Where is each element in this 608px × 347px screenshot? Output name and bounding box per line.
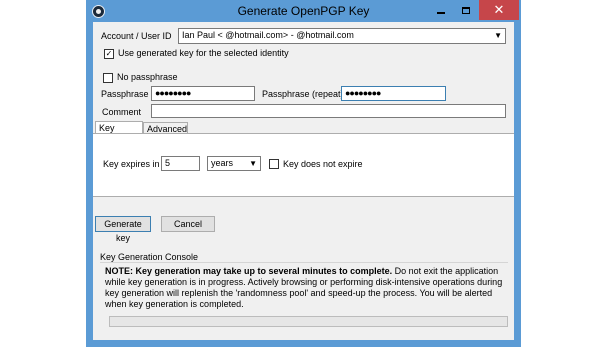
no-expire-label: Key does not expire [283,159,363,169]
maximize-icon [462,6,470,14]
title-bar[interactable]: Generate OpenPGP Key ✕ [86,0,521,22]
generate-key-button[interactable]: Generate key [95,216,151,243]
console-note-bold: NOTE: Key generation may take up to seve… [105,266,393,276]
chevron-down-icon: ▼ [249,159,257,168]
expiry-unit-select[interactable]: years ▼ [207,156,261,171]
console-text: NOTE: Key generation may take up to seve… [105,266,509,310]
no-passphrase-label: No passphrase [117,72,178,82]
expiry-amount-input[interactable]: 5 [161,156,200,171]
console-divider [100,262,508,263]
chevron-down-icon: ▼ [494,31,502,40]
cancel-button[interactable]: Cancel [161,216,215,232]
identity-select[interactable]: Ian Paul < @hotmail.com> - @hotmail.com … [178,28,506,44]
expiry-unit-value: years [211,158,234,168]
no-expire-checkbox[interactable] [269,159,279,169]
minimize-icon [437,12,445,14]
passphrase-input[interactable]: ●●●●●●●● [151,86,255,101]
maximize-button[interactable] [454,0,478,20]
identity-label: Account / User ID [101,31,172,41]
use-generated-checkbox[interactable]: ✓ [104,49,114,59]
comment-label: Comment [102,107,142,117]
minimize-button[interactable] [429,0,453,20]
identity-value: Ian Paul < @hotmail.com> - @hotmail.com [182,30,354,40]
console-title: Key Generation Console [100,252,199,262]
dialog-window: Generate OpenPGP Key ✕ Account / User ID… [86,0,521,347]
close-button[interactable]: ✕ [479,0,519,20]
use-generated-label: Use generated key for the selected ident… [118,48,289,58]
progress-bar [109,316,508,327]
tab-advanced[interactable]: Advanced [143,122,188,134]
passphrase-repeat-label: Passphrase (repeat) [262,89,344,99]
key-expiry-panel: Key expires in 5 years ▼ Key does not ex… [93,133,514,197]
passphrase-label: Passphrase [101,89,149,99]
no-passphrase-checkbox[interactable] [103,73,113,83]
passphrase-repeat-input[interactable]: ●●●●●●●● [341,86,446,101]
key-expires-label: Key expires in [103,159,160,169]
dialog-body: Account / User ID Ian Paul < @hotmail.co… [93,22,514,340]
close-icon: ✕ [493,2,505,17]
comment-input[interactable] [151,104,506,118]
